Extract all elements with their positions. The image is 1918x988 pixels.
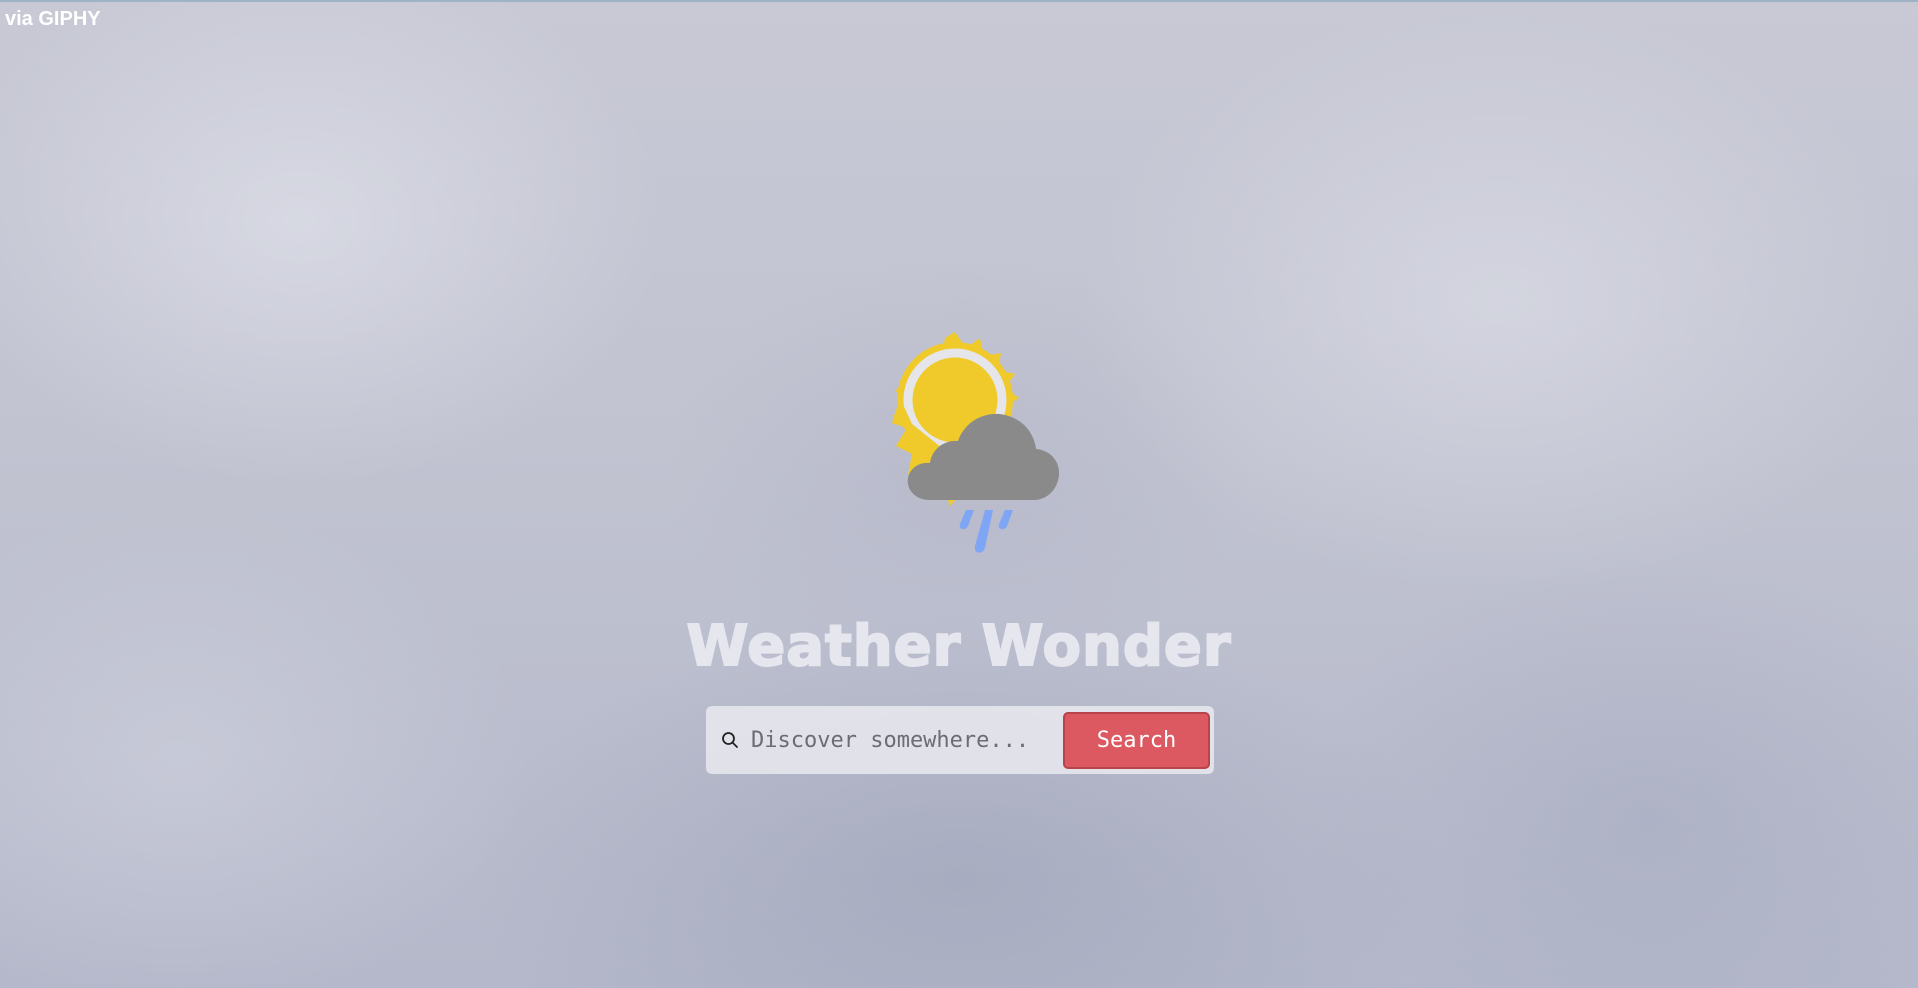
- search-input[interactable]: [751, 715, 1063, 765]
- search-bar: Search: [706, 706, 1214, 774]
- search-button[interactable]: Search: [1063, 711, 1210, 769]
- search-icon: [719, 729, 741, 751]
- main-content: Weather Wonder Search: [0, 0, 1918, 988]
- sun-cloud-rain-icon: [892, 332, 1060, 553]
- rain-icon: [959, 510, 1013, 553]
- app-title: Weather Wonder: [685, 613, 1232, 680]
